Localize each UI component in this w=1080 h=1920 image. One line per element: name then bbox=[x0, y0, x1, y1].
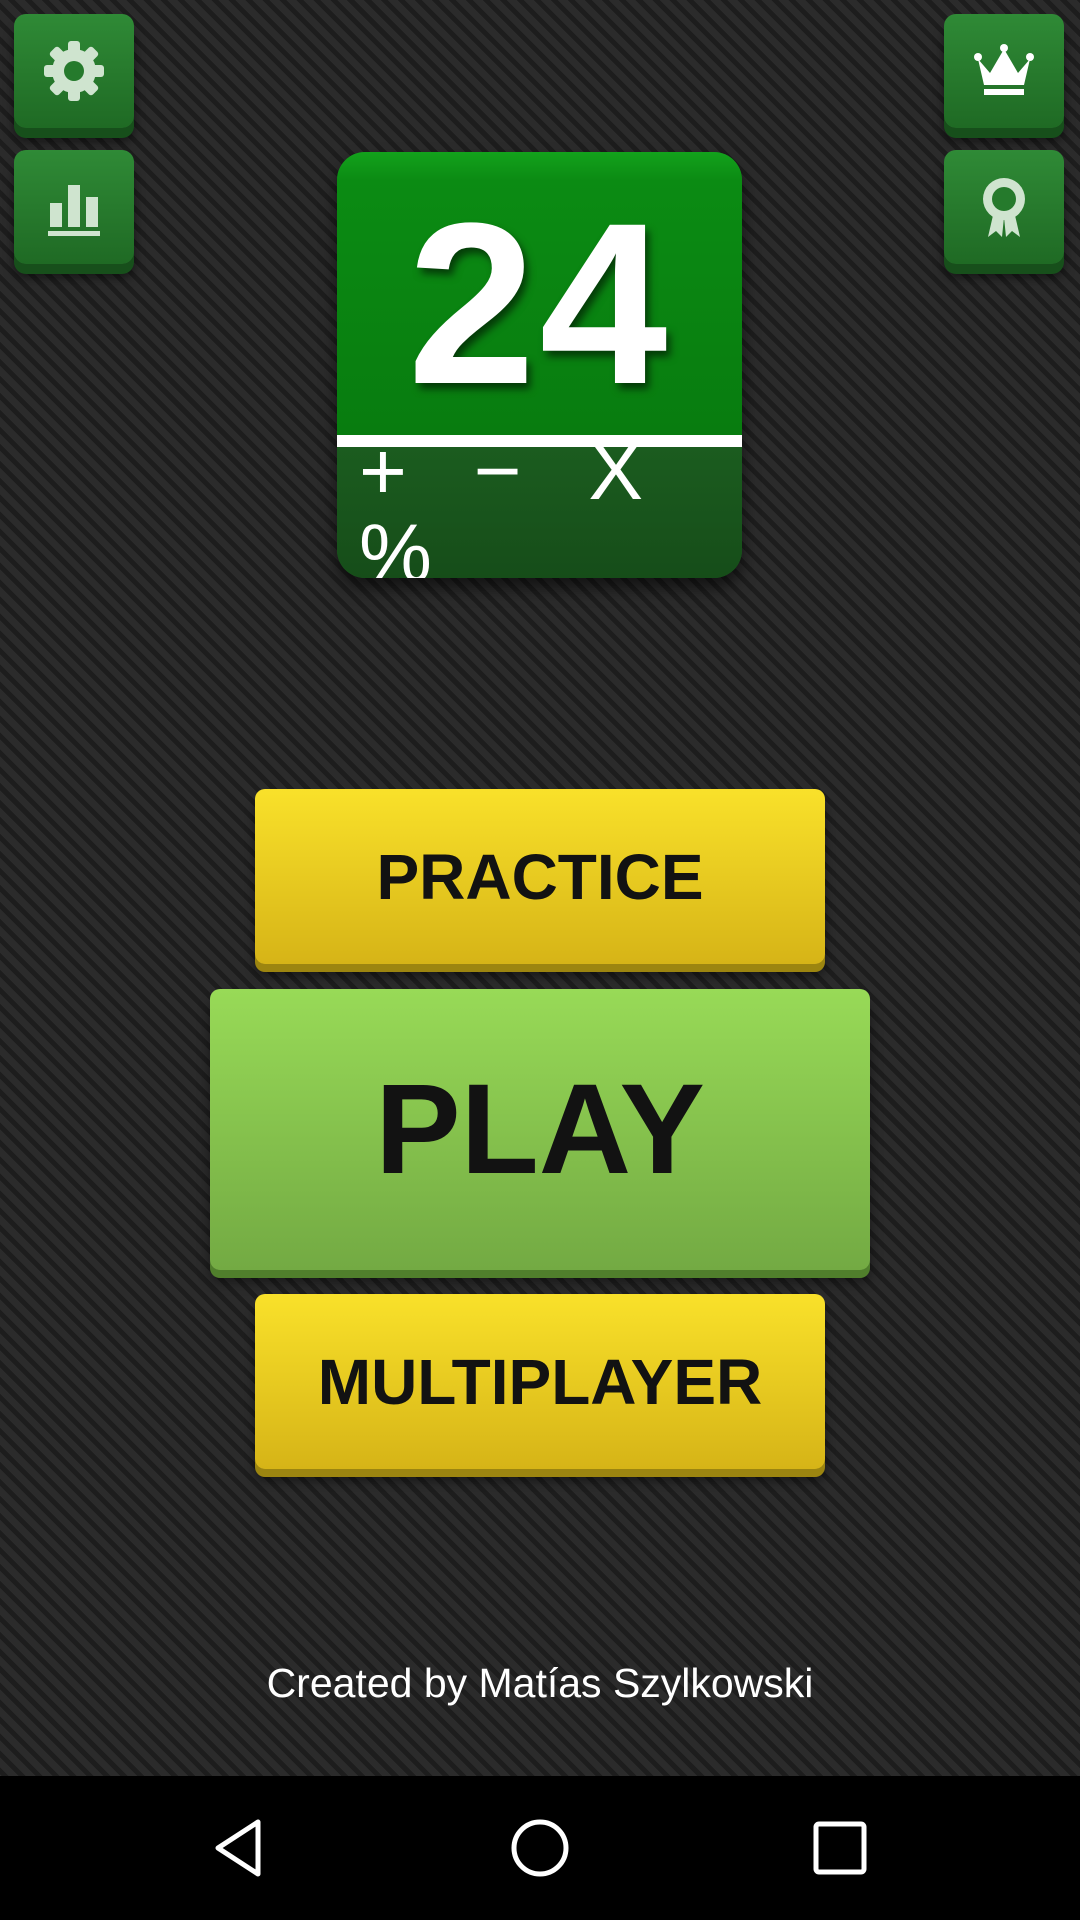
system-nav-bar bbox=[0, 1776, 1080, 1920]
credit-text: Created by Matías Szylkowski bbox=[266, 1660, 814, 1706]
logo-number: 24 bbox=[407, 174, 672, 432]
app-logo: 24 + − X % bbox=[337, 152, 742, 578]
nav-recents-button[interactable] bbox=[800, 1808, 880, 1888]
play-button[interactable]: PLAY bbox=[210, 989, 870, 1270]
logo-operators-panel: + − X % bbox=[337, 430, 742, 578]
logo-operators: + − X % bbox=[359, 425, 666, 578]
gear-icon bbox=[44, 41, 104, 101]
settings-button[interactable] bbox=[14, 14, 134, 128]
award-ribbon-icon bbox=[983, 178, 1025, 237]
achievements-button[interactable] bbox=[944, 150, 1064, 264]
stats-button[interactable] bbox=[14, 150, 134, 264]
logo-number-panel: 24 bbox=[337, 152, 742, 435]
nav-back-button[interactable] bbox=[200, 1808, 280, 1888]
home-circle-icon bbox=[511, 1819, 569, 1877]
multiplayer-button[interactable]: MULTIPLAYER bbox=[255, 1294, 825, 1469]
leaderboard-button[interactable] bbox=[944, 14, 1064, 128]
practice-button[interactable]: PRACTICE bbox=[255, 789, 825, 964]
bar-chart-icon bbox=[48, 185, 100, 236]
back-triangle-icon bbox=[215, 1819, 261, 1877]
nav-home-button[interactable] bbox=[500, 1808, 580, 1888]
crown-icon bbox=[974, 44, 1034, 95]
recents-square-icon bbox=[813, 1821, 867, 1875]
